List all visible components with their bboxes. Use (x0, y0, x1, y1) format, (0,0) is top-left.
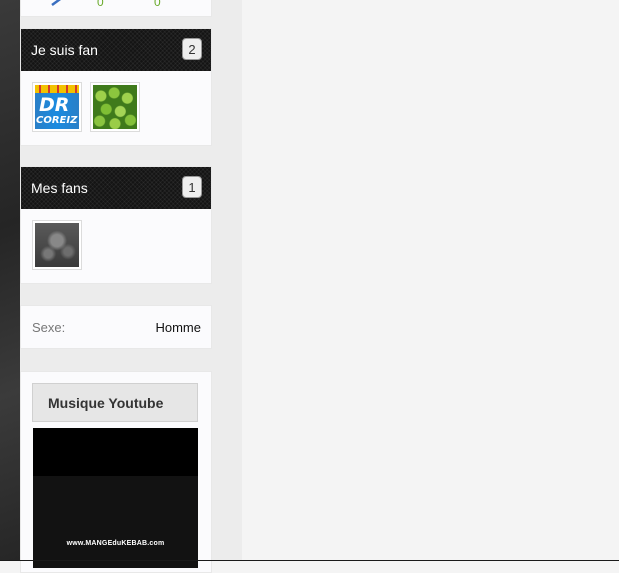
sex-label: Sexe: (32, 320, 66, 335)
my-fans-title: Mes fans (31, 180, 88, 196)
my-fans-thumbnails (21, 209, 211, 283)
avatar (35, 223, 79, 267)
fan-of-count-badge[interactable]: 2 (182, 38, 202, 60)
stats-card: 0 0 (20, 0, 212, 17)
fan-of-box: Je suis fan 2 DR COREIZ (20, 28, 212, 146)
fan-of-avatar-1[interactable]: DR COREIZ (32, 82, 82, 132)
stat-value-a: 0 (97, 0, 104, 9)
fan-of-title: Je suis fan (31, 42, 98, 58)
my-fans-header: Mes fans 1 (21, 167, 211, 209)
avatar-logo-subtext: COREIZ (36, 115, 78, 126)
video-watermark: www.MANGEduKEBAB.com (66, 540, 165, 547)
my-fans-box: Mes fans 1 (20, 166, 212, 284)
youtube-music-header: Musique Youtube (32, 383, 198, 422)
my-fans-count-badge[interactable]: 1 (182, 176, 202, 198)
profile-sex-card: Sexe: Homme (20, 305, 212, 349)
my-fans-avatar-1[interactable] (32, 220, 82, 270)
youtube-music-title: Musique Youtube (48, 395, 164, 411)
stat-value-b: 0 (154, 0, 161, 9)
fan-of-avatar-2[interactable] (90, 82, 140, 132)
youtube-music-card: Musique Youtube www.MANGEduKEBAB.com (20, 371, 212, 573)
avatar: DR COREIZ (35, 85, 79, 129)
fan-of-thumbnails: DR COREIZ (21, 71, 211, 145)
pencil-icon[interactable] (51, 0, 65, 6)
avatar (93, 85, 137, 129)
video-frame (33, 476, 198, 568)
avatar-logo-text: DR (39, 94, 70, 116)
sex-value: Homme (155, 320, 201, 335)
fan-of-header: Je suis fan 2 (21, 29, 211, 71)
page-background-left (0, 0, 20, 561)
youtube-video-player[interactable]: www.MANGEduKEBAB.com (33, 428, 198, 568)
